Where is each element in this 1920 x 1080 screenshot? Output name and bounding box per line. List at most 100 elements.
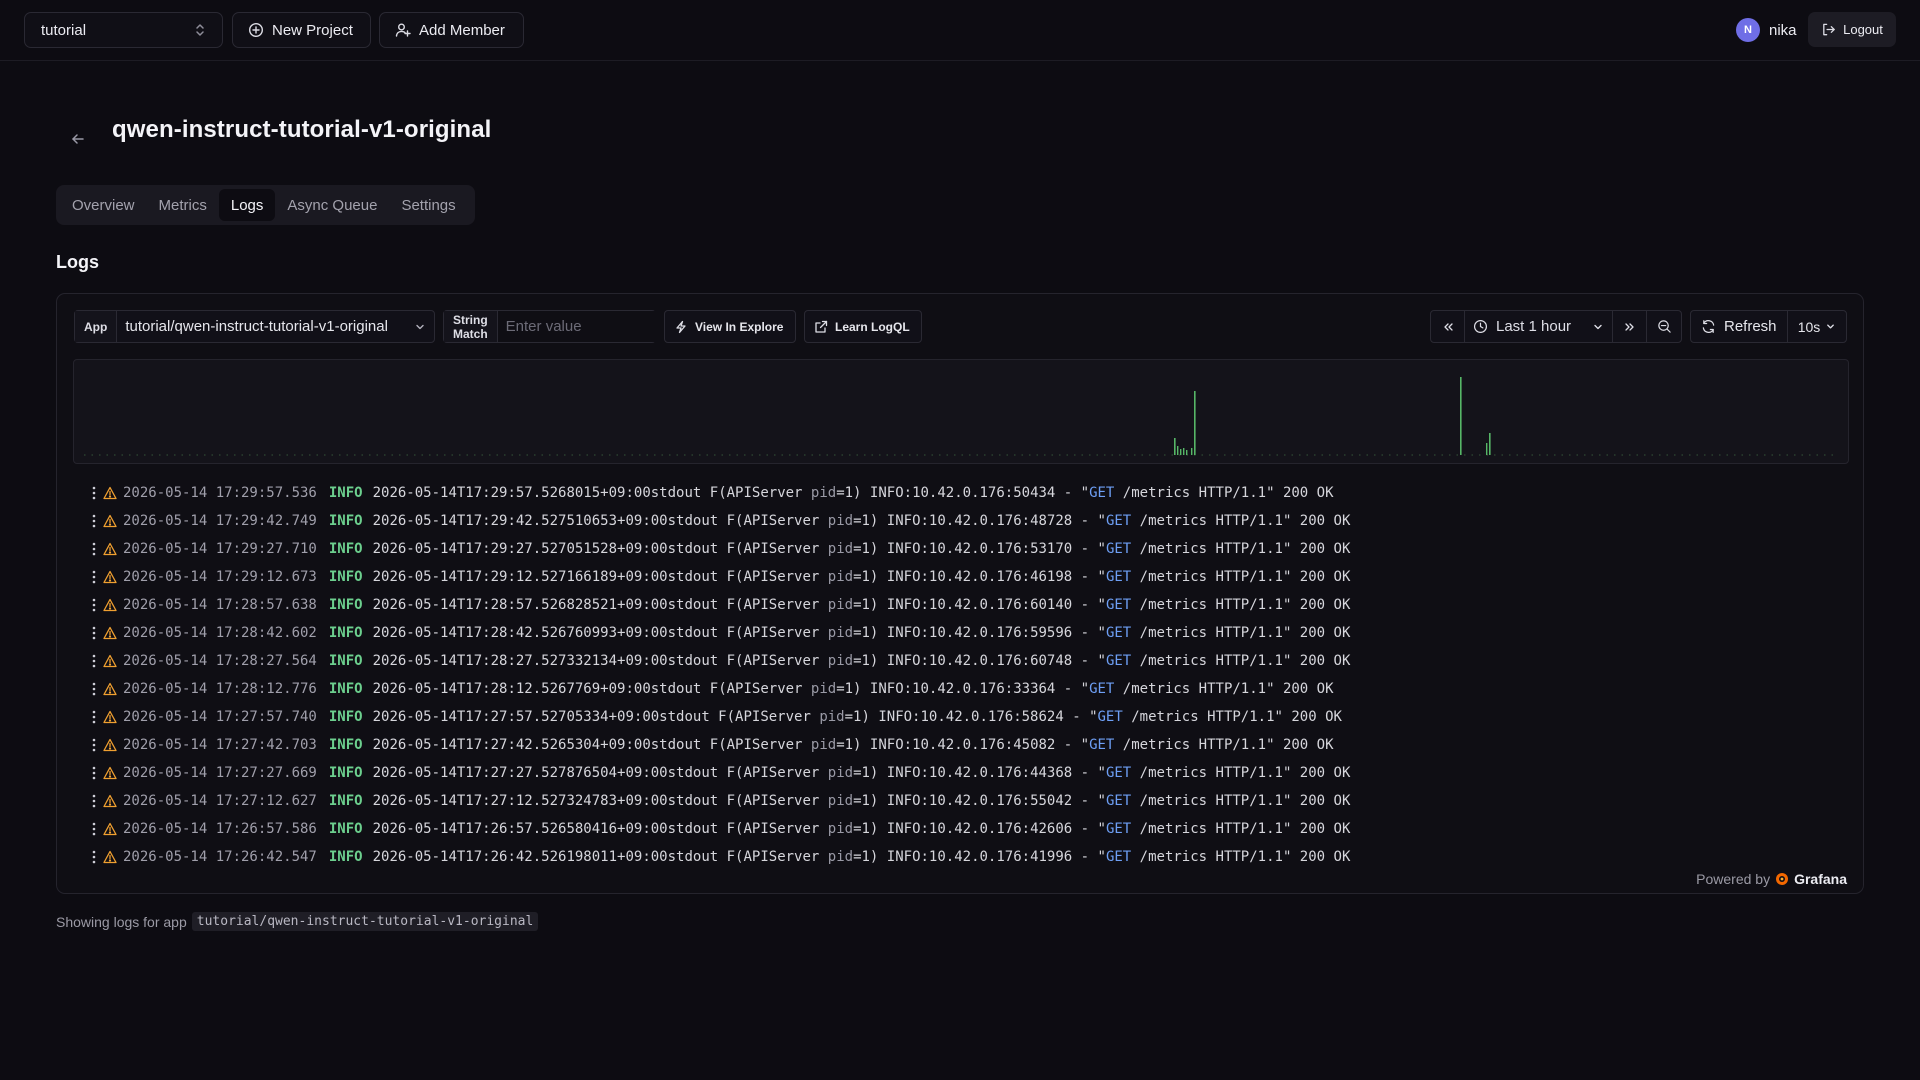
zoom-out-button[interactable]	[1647, 311, 1681, 342]
log-request: /metrics HTTP/1.1" 200 OK	[1114, 681, 1334, 697]
log-pid-value: =1) INFO:	[853, 597, 929, 613]
page-title: qwen-instruct-tutorial-v1-original	[112, 116, 492, 143]
log-request: /metrics HTTP/1.1" 200 OK	[1131, 597, 1351, 613]
log-server: (APIServer	[735, 569, 828, 585]
logout-button[interactable]: Logout	[1808, 12, 1896, 47]
log-pid-label: pid	[827, 821, 854, 837]
log-timestamp: 2026-05-14 17:29:27.710	[123, 541, 317, 557]
log-pid-label: pid	[827, 513, 854, 529]
log-request: /metrics HTTP/1.1" 200 OK	[1131, 793, 1351, 809]
log-stream: stdout F	[650, 681, 719, 697]
log-pid-value: =1) INFO:	[853, 653, 929, 669]
warning-icon	[103, 738, 117, 752]
log-method: GET	[1097, 709, 1123, 725]
project-selector-value: tutorial	[41, 21, 87, 39]
log-row[interactable]: 2026-05-14 17:26:42.547 INFO 2026-05-14T…	[89, 843, 1809, 871]
log-row[interactable]: 2026-05-14 17:28:57.638 INFO 2026-05-14T…	[89, 591, 1809, 619]
log-iso-time: 2026-05-14T17:29:57.5268015+09:00	[372, 485, 651, 501]
log-address: 10.42.0.176:55042	[928, 793, 1073, 809]
histogram-bar	[1186, 450, 1188, 455]
log-iso-time: 2026-05-14T17:27:57.52705334+09:00	[372, 709, 660, 725]
top-bar: tutorial New Project Add Member N nika L…	[0, 0, 1920, 61]
log-timestamp: 2026-05-14 17:28:42.602	[123, 625, 317, 641]
log-row[interactable]: 2026-05-14 17:29:42.749 INFO 2026-05-14T…	[89, 507, 1809, 535]
log-pid-label: pid	[810, 681, 837, 697]
learn-logql-button[interactable]: Learn LogQL	[804, 310, 922, 343]
log-request: /metrics HTTP/1.1" 200 OK	[1131, 653, 1351, 669]
log-method: GET	[1105, 793, 1132, 809]
project-selector[interactable]: tutorial	[24, 12, 223, 48]
refresh-label: Refresh	[1724, 318, 1777, 335]
logout-label: Logout	[1843, 22, 1883, 37]
shift-back-button[interactable]	[1431, 311, 1465, 342]
tab-settings[interactable]: Settings	[389, 189, 467, 221]
log-pid-value: =1) INFO:	[853, 513, 929, 529]
log-iso-time: 2026-05-14T17:26:57.526580416+09:00	[372, 821, 668, 837]
log-pid-value: =1) INFO:	[836, 681, 913, 697]
kebab-menu-icon	[92, 486, 96, 500]
log-request: /metrics HTTP/1.1" 200 OK	[1114, 737, 1334, 753]
log-address: 10.42.0.176:50434	[912, 485, 1056, 501]
chevron-down-icon	[1592, 321, 1604, 333]
log-pid-value: =1) INFO:	[836, 737, 913, 753]
user-menu[interactable]: N nika	[1736, 18, 1797, 42]
log-server: (APIServer	[735, 849, 828, 865]
histogram-bar	[1191, 448, 1193, 455]
time-range-value: Last 1 hour	[1496, 318, 1572, 335]
log-row[interactable]: 2026-05-14 17:27:57.740 INFO 2026-05-14T…	[89, 703, 1809, 731]
new-project-button[interactable]: New Project	[232, 12, 371, 48]
time-range-select[interactable]: Last 1 hour	[1465, 311, 1613, 342]
log-row[interactable]: 2026-05-14 17:29:57.536 INFO 2026-05-14T…	[89, 479, 1809, 507]
log-address: 10.42.0.176:42606	[928, 821, 1073, 837]
refresh-button[interactable]: Refresh	[1691, 311, 1788, 342]
log-method: GET	[1105, 625, 1132, 641]
logout-icon	[1821, 22, 1836, 37]
chevron-down-icon	[1825, 321, 1836, 332]
log-level: INFO	[328, 513, 363, 529]
log-row[interactable]: 2026-05-14 17:28:12.776 INFO 2026-05-14T…	[89, 675, 1809, 703]
warning-icon	[103, 794, 117, 808]
log-iso-time: 2026-05-14T17:27:42.5265304+09:00	[372, 737, 651, 753]
log-row[interactable]: 2026-05-14 17:26:57.586 INFO 2026-05-14T…	[89, 815, 1809, 843]
log-row[interactable]: 2026-05-14 17:27:12.627 INFO 2026-05-14T…	[89, 787, 1809, 815]
view-in-explore-button[interactable]: View In Explore	[664, 310, 796, 343]
log-address: 10.42.0.176:44368	[928, 765, 1073, 781]
log-request: /metrics HTTP/1.1" 200 OK	[1131, 821, 1351, 837]
log-dash: - "	[1072, 653, 1106, 669]
log-pid-value: =1) INFO:	[853, 849, 929, 865]
log-row[interactable]: 2026-05-14 17:29:27.710 INFO 2026-05-14T…	[89, 535, 1809, 563]
log-list: 2026-05-14 17:29:57.536 INFO 2026-05-14T…	[89, 479, 1809, 871]
log-dash: - "	[1055, 485, 1090, 501]
app-selector[interactable]: App tutorial/qwen-instruct-tutorial-v1-o…	[74, 310, 435, 343]
log-iso-time: 2026-05-14T17:28:42.526760993+09:00	[372, 625, 668, 641]
tab-logs[interactable]: Logs	[218, 189, 276, 221]
tab-async-queue[interactable]: Async Queue	[275, 189, 389, 221]
warning-icon	[103, 682, 117, 696]
log-row[interactable]: 2026-05-14 17:29:12.673 INFO 2026-05-14T…	[89, 563, 1809, 591]
log-row[interactable]: 2026-05-14 17:28:27.564 INFO 2026-05-14T…	[89, 647, 1809, 675]
log-row[interactable]: 2026-05-14 17:27:27.669 INFO 2026-05-14T…	[89, 759, 1809, 787]
log-level: INFO	[328, 541, 363, 557]
histogram-bar	[1174, 438, 1176, 455]
refresh-interval-select[interactable]: 10s	[1788, 311, 1846, 342]
app-selector-value: tutorial/qwen-instruct-tutorial-v1-origi…	[125, 318, 388, 335]
log-level: INFO	[328, 681, 363, 697]
kebab-menu-icon	[92, 822, 96, 836]
log-server: (APIServer	[735, 821, 828, 837]
refresh-picker: Refresh 10s	[1690, 310, 1847, 343]
tab-metrics[interactable]: Metrics	[147, 189, 219, 221]
tab-overview[interactable]: Overview	[60, 189, 147, 221]
warning-icon	[103, 486, 117, 500]
back-arrow-icon[interactable]	[69, 130, 87, 148]
log-dash: - "	[1072, 513, 1106, 529]
log-server: (APIServer	[735, 765, 828, 781]
clock-icon	[1473, 319, 1488, 334]
log-address: 10.42.0.176:60140	[928, 597, 1073, 613]
log-server: (APIServer	[735, 597, 828, 613]
log-row[interactable]: 2026-05-14 17:28:42.602 INFO 2026-05-14T…	[89, 619, 1809, 647]
log-row[interactable]: 2026-05-14 17:27:42.703 INFO 2026-05-14T…	[89, 731, 1809, 759]
shift-forward-button[interactable]	[1613, 311, 1647, 342]
add-member-button[interactable]: Add Member	[379, 12, 524, 48]
log-level: INFO	[328, 569, 363, 585]
chevron-down-icon	[414, 321, 426, 333]
